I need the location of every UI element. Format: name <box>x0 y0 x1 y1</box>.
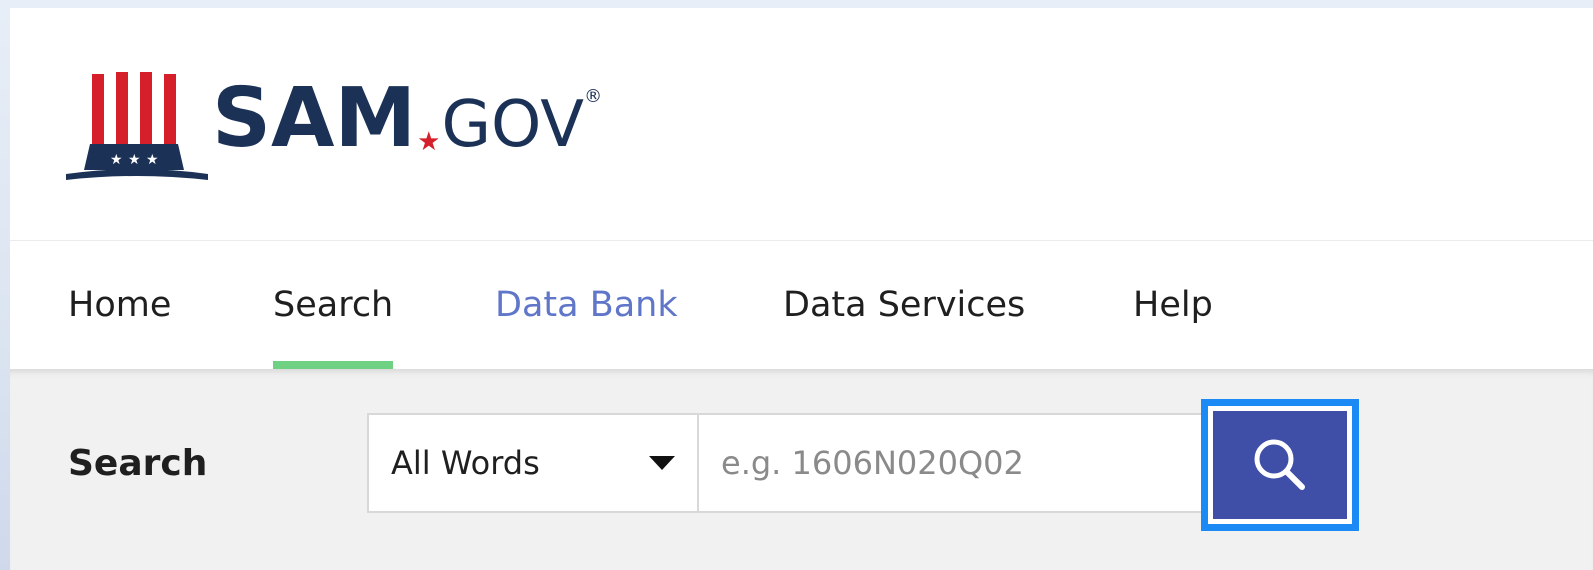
search-icon <box>1254 439 1305 490</box>
logo-registered-mark: ® <box>584 86 603 107</box>
logo-gov-text: GOV <box>441 88 585 162</box>
main-navigation: Home Search Data Bank Data Services Help <box>10 241 1593 370</box>
svg-text:★: ★ <box>146 152 159 168</box>
site-header: ★ ★ ★ SAM★GOV® <box>10 8 1593 241</box>
nav-item-data-bank[interactable]: Data Bank <box>495 285 678 369</box>
nav-item-home[interactable]: Home <box>68 285 171 369</box>
search-input[interactable] <box>699 413 1209 513</box>
nav-item-data-services[interactable]: Data Services <box>783 285 1025 369</box>
logo-star-icon: ★ <box>417 127 441 157</box>
search-type-selected: All Words <box>391 444 540 482</box>
search-type-dropdown[interactable]: All Words <box>367 413 699 513</box>
svg-text:★: ★ <box>128 152 141 168</box>
search-button[interactable] <box>1201 399 1359 531</box>
nav-item-help[interactable]: Help <box>1133 285 1213 369</box>
logo-sam-text: SAM <box>212 71 417 166</box>
search-button-face <box>1213 411 1347 519</box>
caret-down-icon <box>649 456 675 470</box>
search-heading: Search <box>68 443 208 484</box>
uncle-sam-hat-icon: ★ ★ ★ <box>66 72 208 180</box>
logo-wordmark: SAM★GOV® <box>212 78 602 160</box>
svg-text:★: ★ <box>110 152 123 168</box>
browser-content: ★ ★ ★ SAM★GOV® Home Search Data Bank Dat… <box>10 8 1593 570</box>
search-bar: Search All Words <box>10 369 1593 570</box>
nav-item-search[interactable]: Search <box>273 285 394 370</box>
